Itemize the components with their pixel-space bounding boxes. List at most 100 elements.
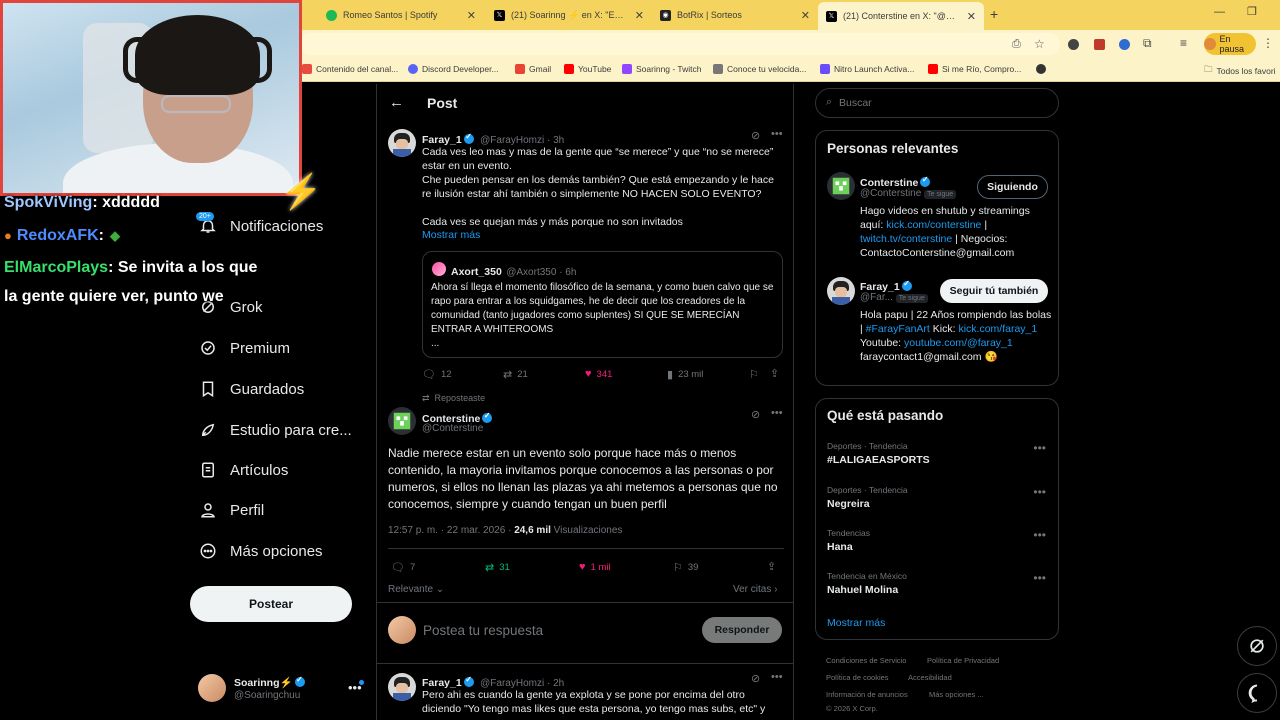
avatar[interactable] [827,277,855,305]
close-icon[interactable]: ✕ [635,9,644,22]
bookmark-icon [198,379,218,399]
puzzle-icon[interactable]: ⧉ [1143,36,1152,51]
reply-input[interactable]: Postea tu respuesta [423,623,543,638]
bio-link[interactable]: youtube.com/@faray_1 [904,337,1013,349]
extension-icon[interactable] [1094,39,1105,50]
avatar[interactable] [388,129,416,157]
close-icon[interactable]: ✕ [467,9,476,22]
bio-link[interactable]: #FarayFanArt [866,323,930,335]
grok-icon[interactable]: ⊘ [751,672,760,685]
grok-floating-button[interactable] [1237,626,1277,666]
bio-link[interactable]: kick.com/faray_1 [958,323,1037,335]
quoted-tweet[interactable]: Axort_350 @Axort350 · 6h Ahora sí llega … [422,251,783,358]
bookmark-item[interactable]: Discord Developer... [408,64,499,74]
nav-studio[interactable]: Estudio para cre... [198,420,352,440]
bookmark-item[interactable]: Conoce tu velocida... [713,64,806,74]
nav-notifications[interactable]: Notificaciones 20+ [196,212,323,236]
follow-back-button[interactable]: Seguir tú también [940,279,1048,303]
more-icon[interactable]: ••• [1033,485,1046,499]
maximize-icon[interactable]: ❐ [1247,5,1257,18]
extension-icon[interactable] [1068,39,1079,50]
back-arrow-icon[interactable]: ← [389,94,404,111]
more-icon[interactable]: ••• [771,671,783,683]
bookmark-icon: ⚐ [749,369,759,381]
view-quotes-link[interactable]: Ver citas › [733,584,777,595]
chat-bubble-icon [1248,684,1258,703]
bookmark-button[interactable]: ⚐ [749,368,764,381]
trend-item[interactable]: Negreira [827,498,870,510]
globe-icon[interactable] [1036,64,1050,74]
show-more-link[interactable]: Mostrar más [827,617,885,629]
reply-button[interactable]: 🗨 7 [391,561,415,574]
grok-icon[interactable]: ⊘ [751,129,760,142]
views-button[interactable]: ▮ 23 mil [667,368,703,381]
url-input[interactable] [300,33,1060,55]
tab-x-soarinng[interactable]: 𝕏 (21) Soarinng ⚡ en X: "EN STR ✕ [486,4,652,26]
tab-spotify[interactable]: Romeo Santos | Spotify ✕ [318,4,484,26]
tweet-meta: 12:57 p. m. · 22 mar. 2026 · 24,6 mil Vi… [388,525,622,536]
nav-premium[interactable]: Premium [198,338,290,358]
share-button[interactable]: ⇪ [767,560,781,573]
heart-filled-icon: ♥ [579,561,586,573]
footer-link[interactable]: Condiciones de Servicio [826,656,906,665]
like-button[interactable]: ♥ 1 mil [579,561,611,573]
star-icon[interactable]: ☆ [1034,37,1045,51]
more-icon[interactable]: ••• [771,407,783,419]
bookmark-item[interactable]: YouTube [564,64,611,74]
show-more-link[interactable]: Mostrar más [422,228,480,242]
search-input[interactable]: ⌕ Buscar [815,88,1059,118]
repost-button[interactable]: ⇄ 31 [485,561,510,574]
install-icon[interactable]: ⎙ [1012,38,1021,51]
nav-saved[interactable]: Guardados [198,379,304,399]
nav-profile[interactable]: Perfil [198,500,264,520]
footer-link[interactable]: Accesibilidad [908,673,952,682]
trend-item[interactable]: Hana [827,541,853,553]
menu-icon[interactable]: ⋮ [1262,36,1274,50]
footer-link[interactable]: Más opciones ... [929,690,984,699]
new-tab-icon[interactable]: + [990,6,998,22]
reply-button[interactable]: 🗨 12 [422,368,452,381]
following-button[interactable]: Siguiendo [977,175,1048,199]
bookmark-button[interactable]: ⚐ 39 [673,561,698,574]
footer-link[interactable]: Política de cookies [826,673,889,682]
share-button[interactable]: ⇪ [770,367,784,380]
more-icon[interactable]: ••• [1033,441,1046,455]
all-bookmarks[interactable]: 🗀 Todos los favori [1204,64,1276,78]
repost-button[interactable]: ⇄ 21 [503,368,528,381]
avatar[interactable] [827,172,855,200]
bookmark-item[interactable]: Gmail [515,64,551,74]
paused-profile-button[interactable]: En pausa [1204,33,1256,55]
footer-link[interactable]: Información de anuncios [826,690,908,699]
trend-item[interactable]: Nahuel Molina [827,584,898,596]
avatar[interactable] [388,407,416,435]
bookmark-item[interactable]: Soarinng - Twitch [622,64,702,74]
more-icon[interactable]: ••• [1033,571,1046,585]
footer-link[interactable]: Política de Privacidad [927,656,999,665]
trend-item[interactable]: #LALIGAEASPORTS [827,454,930,466]
more-icon[interactable]: ••• [771,128,783,140]
reply-submit-button[interactable]: Responder [702,617,782,643]
close-icon[interactable]: ✕ [801,9,810,22]
avatar[interactable] [388,673,416,701]
nav-more[interactable]: Más opciones [198,541,323,561]
like-button[interactable]: ♥ 341 [585,368,612,380]
bookmark-item[interactable]: Nitro Launch Activa... [820,64,914,74]
bio-link[interactable]: kick.com/conterstine [886,219,981,231]
media-control-icon[interactable]: ≡ [1180,36,1187,50]
account-avatar[interactable] [198,674,226,702]
bio-link[interactable]: twitch.tv/conterstine [860,233,952,245]
tab-x-conterstine[interactable]: 𝕏 (21) Conterstine en X: "@Faray ✕ [818,2,984,30]
extension-icon[interactable] [1119,39,1130,50]
bookmark-item[interactable]: Si me Río, Compro... [928,64,1021,74]
tab-botrix[interactable]: ◉ BotRix | Sorteos ✕ [652,4,818,26]
verified-icon [294,675,305,687]
close-icon[interactable]: ✕ [967,10,976,23]
more-icon[interactable]: ••• [1033,528,1046,542]
bookmark-item[interactable]: Contenido del canal... [302,64,398,74]
post-button[interactable]: Postear [190,586,352,622]
minimize-icon[interactable]: — [1214,6,1225,18]
nav-articles[interactable]: Artículos [198,460,288,480]
sort-replies-dropdown[interactable]: Relevante ⌄ [388,584,444,595]
grok-icon[interactable]: ⊘ [751,408,760,421]
messages-floating-button[interactable] [1237,673,1277,713]
